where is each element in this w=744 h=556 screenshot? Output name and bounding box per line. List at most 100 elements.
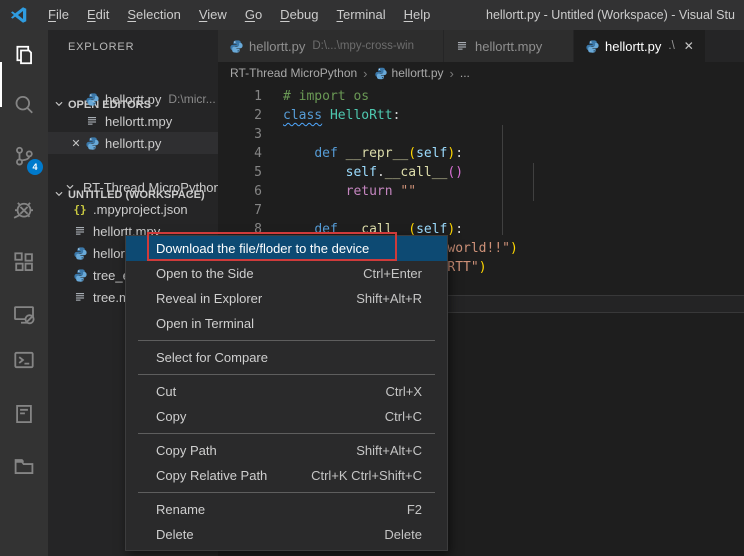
code-line: 2class HelloRtt: (218, 106, 744, 125)
breadcrumb-item[interactable]: RT-Thread MicroPython (230, 66, 357, 80)
menu-item-cut[interactable]: CutCtrl+X (126, 379, 447, 404)
menu-item-select-for-compare[interactable]: Select for Compare (126, 345, 447, 370)
python-icon (584, 38, 600, 54)
line-number: 4 (218, 144, 262, 163)
menu-separator (138, 340, 435, 341)
activity-powershell-icon[interactable] (0, 336, 48, 384)
menu-item-shortcut: Ctrl+K Ctrl+Shift+C (311, 468, 422, 483)
menu-item-shortcut: Shift+Alt+R (356, 291, 422, 306)
menu-item-copy[interactable]: CopyCtrl+C (126, 404, 447, 429)
python-icon (72, 245, 88, 261)
menu-item-label: Copy (156, 409, 385, 424)
menu-item-reveal-in-explorer[interactable]: Reveal in ExplorerShift+Alt+R (126, 286, 447, 311)
activity-source-control-icon[interactable]: 4 (0, 132, 48, 180)
activity-remote-icon[interactable] (0, 290, 48, 338)
menu-item-shortcut: F2 (407, 502, 422, 517)
file-path-desc: D:\micr... (168, 92, 215, 106)
tab-bar: hellortt.pyD:\...\mpy-cross-winhellortt.… (218, 30, 744, 62)
python-icon (84, 91, 100, 107)
breadcrumb-item[interactable]: hellortt.py (392, 66, 444, 80)
open-editor-row[interactable]: hellortt.mpy (48, 110, 218, 132)
chevron-right-icon: › (363, 66, 367, 81)
menu-item-label: Rename (156, 502, 407, 517)
code-indent-guide (502, 125, 503, 235)
tree-item-label: .mpyproject.json (93, 202, 188, 217)
menubar-item-help[interactable]: Help (395, 0, 440, 30)
mpy-file-icon (72, 223, 88, 239)
close-icon[interactable]: ✕ (684, 39, 694, 53)
line-number: 6 (218, 182, 262, 201)
menu-item-open-in-terminal[interactable]: Open in Terminal (126, 311, 447, 336)
code-line: 7 (218, 201, 744, 220)
menu-item-download-the-file-floder-to-the-device[interactable]: Download the file/floder to the device (126, 236, 447, 261)
menu-item-label: Download the file/floder to the device (156, 241, 422, 256)
activity-files-icon[interactable] (0, 31, 48, 79)
menu-item-copy-relative-path[interactable]: Copy Relative PathCtrl+K Ctrl+Shift+C (126, 463, 447, 488)
line-number: 3 (218, 125, 262, 144)
activity-notebook-icon[interactable] (0, 390, 48, 438)
open-editor-row[interactable]: ✕ hellortt.py (48, 132, 218, 154)
editor-tab-2[interactable]: hellortt.mpy (444, 30, 574, 62)
menu-separator (138, 374, 435, 375)
menubar-item-terminal[interactable]: Terminal (327, 0, 394, 30)
window-title: hellortt.py - Untitled (Workspace) - Vis… (486, 0, 744, 30)
mpy-file-icon (454, 38, 470, 54)
menubar: FileEditSelectionViewGoDebugTerminalHelp (39, 0, 439, 30)
editor-tab-3[interactable]: hellortt.py .\ ✕ (574, 30, 706, 62)
tree-file-row[interactable]: {}.mpyproject.json (48, 198, 218, 220)
code-indent-guide (533, 163, 534, 201)
menu-item-label: Copy Path (156, 443, 356, 458)
code-line: 4 def __repr__(self): (218, 144, 744, 163)
menubar-item-go[interactable]: Go (236, 0, 271, 30)
python-icon (84, 135, 100, 151)
close-icon[interactable]: ✕ (68, 137, 84, 150)
menu-item-rename[interactable]: RenameF2 (126, 497, 447, 522)
context-menu: Download the file/floder to the device Op… (125, 235, 448, 551)
menubar-item-selection[interactable]: Selection (118, 0, 189, 30)
mpy-file-icon (84, 113, 100, 129)
tab-label: hellortt.py (249, 39, 305, 54)
activity-search-icon[interactable] (0, 81, 48, 129)
menubar-item-view[interactable]: View (190, 0, 236, 30)
menu-item-label: Open to the Side (156, 266, 363, 281)
menu-item-label: Open in Terminal (156, 316, 422, 331)
menu-separator (138, 492, 435, 493)
editor-tab-1[interactable]: hellortt.pyD:\...\mpy-cross-win (218, 30, 444, 62)
breadcrumb-item[interactable]: ... (460, 66, 470, 80)
vscode-logo-icon[interactable] (9, 5, 29, 25)
menu-item-copy-path[interactable]: Copy PathShift+Alt+C (126, 438, 447, 463)
python-icon (228, 38, 244, 54)
menu-item-delete[interactable]: DeleteDelete (126, 522, 447, 547)
tree-item-label: RT-Thread MicroPython (83, 180, 218, 195)
line-number: 5 (218, 163, 262, 182)
line-number: 2 (218, 106, 262, 125)
breadcrumb[interactable]: RT-Thread MicroPython › hellortt.py ›... (218, 62, 744, 84)
scm-badge: 4 (27, 159, 43, 175)
sidebar-title: EXPLORER (68, 30, 218, 65)
menubar-item-debug[interactable]: Debug (271, 0, 327, 30)
menu-item-label: Select for Compare (156, 350, 422, 365)
line-number: 1 (218, 87, 262, 106)
file-label: hellortt.py (105, 92, 161, 107)
file-label: hellortt.py (105, 136, 161, 151)
tab-desc: .\ (668, 40, 674, 52)
tree-folder-row[interactable]: RT-Thread MicroPython (48, 176, 218, 198)
python-icon (374, 66, 388, 80)
menu-separator (138, 433, 435, 434)
menubar-item-edit[interactable]: Edit (78, 0, 118, 30)
menu-item-shortcut: Ctrl+Enter (363, 266, 422, 281)
tab-label: hellortt.py (605, 39, 661, 54)
menu-item-label: Reveal in Explorer (156, 291, 356, 306)
activity-debug-icon[interactable] (0, 185, 48, 233)
menu-item-label: Cut (156, 384, 386, 399)
menubar-item-file[interactable]: File (39, 0, 78, 30)
file-label: hellortt.mpy (105, 114, 172, 129)
code-line: 1# import os (218, 87, 744, 106)
chevron-right-icon: › (450, 66, 454, 81)
open-editor-row[interactable]: hellortt.py D:\micr... (48, 88, 218, 110)
activity-folder-icon[interactable] (0, 442, 48, 490)
title-bar: FileEditSelectionViewGoDebugTerminalHelp… (0, 0, 744, 30)
menu-item-open-to-the-side[interactable]: Open to the SideCtrl+Enter (126, 261, 447, 286)
menu-item-shortcut: Ctrl+C (385, 409, 422, 424)
activity-extensions-icon[interactable] (0, 238, 48, 286)
